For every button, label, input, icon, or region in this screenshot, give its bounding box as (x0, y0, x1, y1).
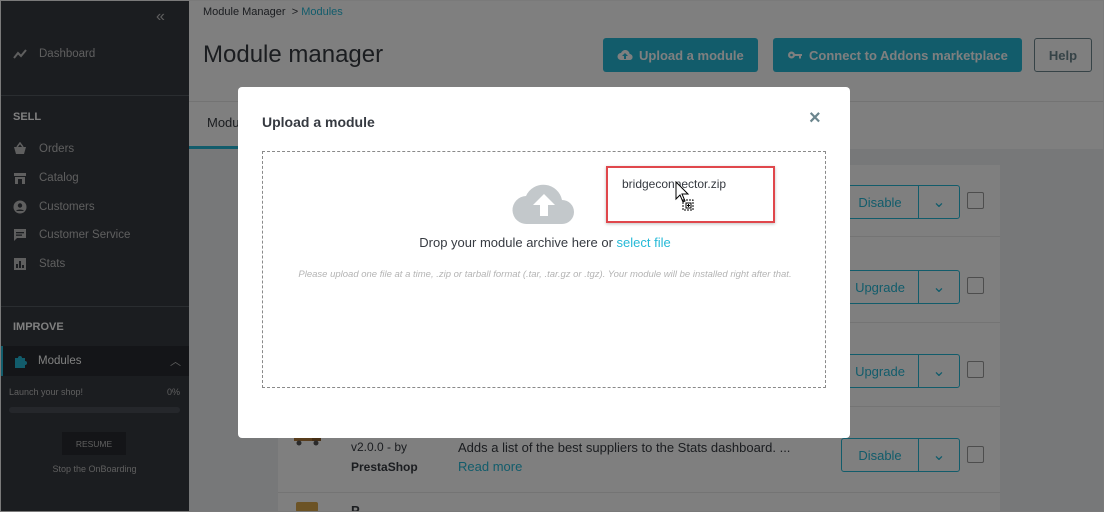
drop-text: Drop your module archive here or (419, 235, 613, 250)
select-file-link[interactable]: select file (617, 235, 671, 250)
close-icon[interactable]: × (809, 107, 821, 130)
modal-title: Upload a module (262, 114, 375, 130)
cloud-upload-icon (512, 184, 574, 225)
drag-cursor-icon (675, 181, 694, 211)
upload-hint: Please upload one file at a time, .zip o… (298, 269, 792, 280)
drop-instructions: Drop your module archive here or select … (263, 235, 827, 250)
upload-module-modal: Upload a module × Drop your module archi… (238, 87, 850, 438)
